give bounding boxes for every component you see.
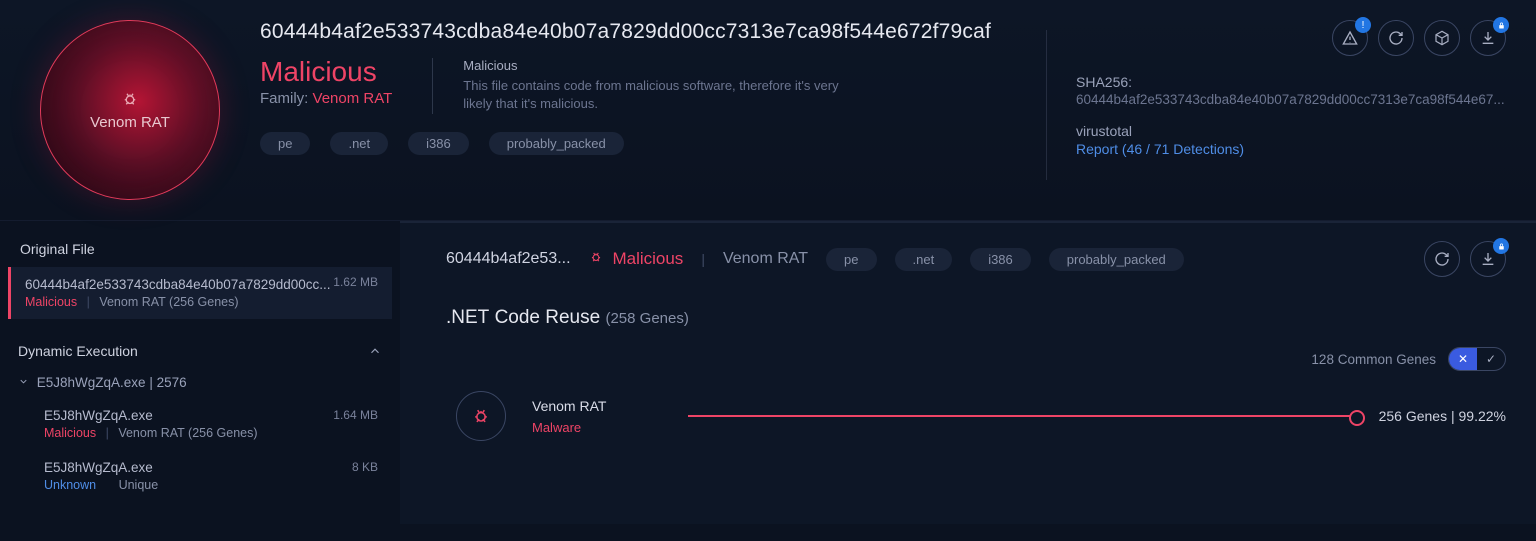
crumb-family: Venom RAT: [723, 250, 808, 268]
genes-filter-toggle[interactable]: ✕ ✓: [1448, 347, 1506, 371]
toggle-on[interactable]: ✓: [1477, 348, 1505, 370]
file-verdict: Malicious: [25, 295, 77, 309]
file-family: Venom RAT (256 Genes): [118, 426, 257, 440]
download-button[interactable]: [1470, 241, 1506, 277]
dynamic-execution-label: Dynamic Execution: [18, 343, 138, 359]
explanation-title: Malicious: [463, 58, 863, 73]
lock-badge-icon: [1493, 238, 1509, 254]
header-panel: Venom RAT 60444b4af2e533743cdba84e40b07a…: [0, 0, 1536, 221]
family-label: Family:: [260, 90, 308, 107]
family-line: Family: Venom RAT: [260, 90, 392, 107]
section-title-text: Code Reuse: [495, 307, 601, 328]
file-verdict: Unknown: [44, 478, 96, 492]
refresh-button[interactable]: [1424, 241, 1460, 277]
content-panel: 60444b4af2e53... Malicious | Venom RAT p…: [400, 221, 1536, 524]
bug-icon: [456, 391, 506, 441]
gene-bar: [688, 415, 1359, 417]
chevron-up-icon: [368, 344, 382, 358]
separator: [106, 478, 109, 492]
bug-icon: [589, 251, 607, 267]
virustotal-link[interactable]: Report (46 / 71 Detections): [1076, 141, 1506, 157]
explanation-text: This file contains code from malicious s…: [463, 77, 863, 112]
original-file-card[interactable]: 1.62 MB 60444b4af2e533743cdba84e40b07a78…: [8, 267, 392, 319]
separator: |: [87, 295, 90, 309]
tag-pe[interactable]: pe: [260, 132, 310, 155]
crumb-hash: 60444b4af2e53...: [446, 250, 571, 268]
file-name: 60444b4af2e533743cdba84e40b07a7829dd00cc…: [25, 277, 376, 292]
sidebar: Original File 1.62 MB 60444b4af2e533743c…: [0, 221, 400, 524]
file-size: 1.62 MB: [333, 275, 378, 289]
tag-net[interactable]: .net: [330, 132, 388, 155]
lock-badge-icon: [1493, 17, 1509, 33]
child-file-card[interactable]: 1.64 MB E5J8hWgZqA.exe Malicious | Venom…: [8, 400, 392, 448]
original-file-heading: Original File: [0, 231, 400, 267]
threat-name: Venom RAT: [90, 114, 170, 131]
header-main: 60444b4af2e533743cdba84e40b07a7829dd00cc…: [260, 20, 1046, 200]
dynamic-execution-header[interactable]: Dynamic Execution: [0, 333, 400, 369]
crumb-verdict: Malicious: [612, 249, 683, 268]
header-right: ! SHA256: 60444b4af2e533743cdba84e40b07a…: [1046, 20, 1506, 200]
chevron-down-icon: [18, 375, 33, 390]
verdict-label: Malicious: [260, 58, 392, 86]
sha256-value: 60444b4af2e533743cdba84e40b07a7829dd00cc…: [1076, 92, 1506, 107]
gene-type: Malware: [532, 420, 662, 435]
code-reuse-title: .NET Code Reuse (258 Genes): [400, 291, 1536, 339]
gene-name: Venom RAT: [532, 398, 662, 414]
tag-i386[interactable]: i386: [408, 132, 469, 155]
file-hash-title: 60444b4af2e533743cdba84e40b07a7829dd00cc…: [260, 20, 1046, 44]
file-family: Unique: [119, 478, 159, 492]
download-button[interactable]: [1470, 20, 1506, 56]
alert-button[interactable]: !: [1332, 20, 1368, 56]
file-size: 1.64 MB: [333, 408, 378, 422]
gene-row[interactable]: Venom RAT Malware 256 Genes | 99.22%: [400, 375, 1536, 451]
virustotal-label: virustotal: [1076, 123, 1506, 139]
tag-pe[interactable]: pe: [826, 248, 876, 271]
sha256-label: SHA256:: [1076, 74, 1506, 90]
alert-badge-icon: !: [1355, 17, 1371, 33]
section-subtitle: (258 Genes): [605, 310, 688, 327]
process-root-label: E5J8hWgZqA.exe | 2576: [37, 375, 187, 390]
tag-net[interactable]: .net: [895, 248, 953, 271]
bug-icon: [121, 90, 139, 108]
refresh-button[interactable]: [1378, 20, 1414, 56]
tag-i386[interactable]: i386: [970, 248, 1031, 271]
separator: |: [701, 251, 705, 267]
file-name: E5J8hWgZqA.exe: [44, 408, 376, 423]
process-tree-root[interactable]: E5J8hWgZqA.exe | 2576: [0, 369, 400, 396]
tag-row: pe .net i386 probably_packed: [260, 132, 1046, 155]
file-family: Venom RAT (256 Genes): [99, 295, 238, 309]
child-file-card[interactable]: 8 KB E5J8hWgZqA.exe Unknown Unique: [8, 452, 392, 500]
file-verdict: Malicious: [44, 426, 96, 440]
gene-count: 256 Genes | 99.22%: [1379, 408, 1506, 424]
cube-button[interactable]: [1424, 20, 1460, 56]
family-value: Venom RAT: [313, 90, 393, 107]
file-name: E5J8hWgZqA.exe: [44, 460, 376, 475]
toggle-off[interactable]: ✕: [1449, 348, 1477, 370]
vertical-divider: [432, 58, 433, 114]
threat-circle: Venom RAT: [40, 20, 220, 200]
tag-probably-packed[interactable]: probably_packed: [1049, 248, 1184, 271]
common-genes-label: 128 Common Genes: [1311, 352, 1436, 367]
file-size: 8 KB: [352, 460, 378, 474]
tag-probably-packed[interactable]: probably_packed: [489, 132, 624, 155]
separator: |: [106, 426, 109, 440]
section-prefix: .NET: [446, 307, 489, 328]
